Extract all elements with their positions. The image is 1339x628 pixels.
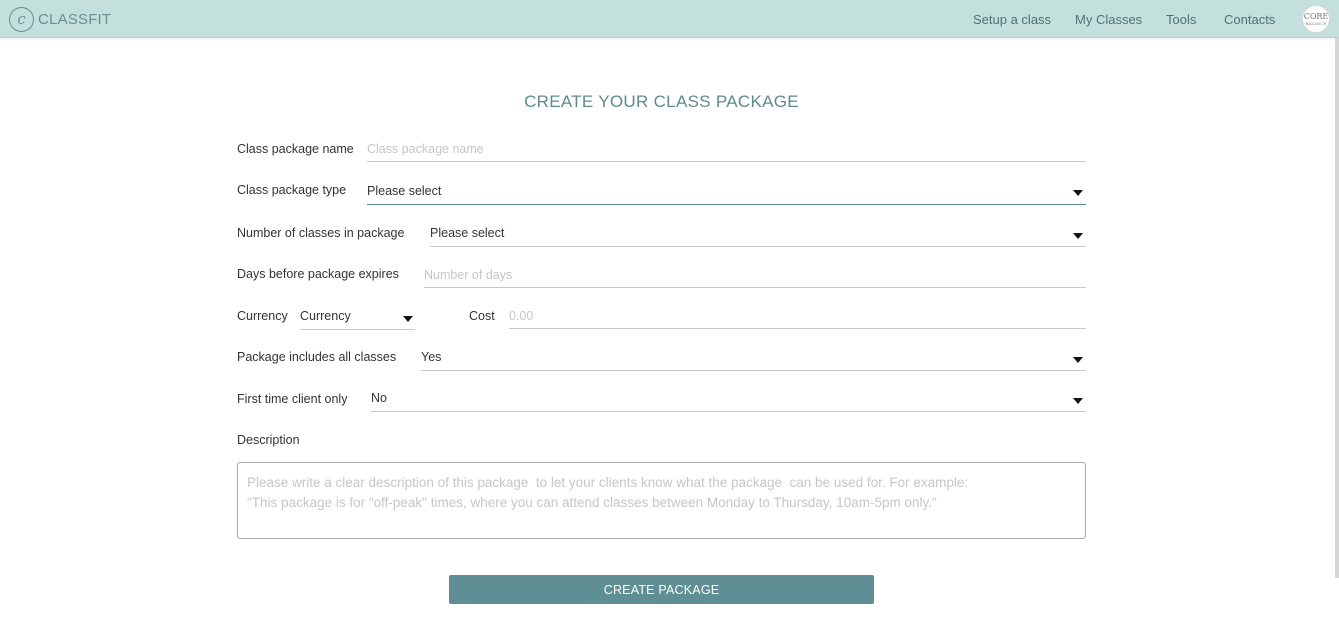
package-type-value: Please select bbox=[367, 184, 442, 198]
avatar-text-line2: BALANCE bbox=[1305, 20, 1327, 26]
chevron-down-icon bbox=[1073, 357, 1083, 363]
num-classes-value: Please select bbox=[430, 226, 505, 240]
package-type-select[interactable]: Please select bbox=[367, 181, 1086, 205]
top-nav-bar: c CLASSFIT Setup a class My Classes Tool… bbox=[0, 0, 1339, 38]
nav-my-classes[interactable]: My Classes bbox=[1075, 0, 1142, 38]
nav-setup-class[interactable]: Setup a class bbox=[973, 0, 1051, 38]
expiry-days-field bbox=[424, 264, 1086, 288]
all-classes-label: Package includes all classes bbox=[237, 350, 397, 364]
package-name-label: Class package name bbox=[237, 142, 354, 156]
user-avatar[interactable]: CORE BALANCE bbox=[1302, 5, 1330, 33]
description-box bbox=[237, 462, 1086, 539]
currency-value: Currency bbox=[300, 309, 351, 323]
package-name-input[interactable] bbox=[367, 138, 1086, 160]
chevron-down-icon bbox=[1073, 190, 1083, 196]
avatar-text-line1: CORE bbox=[1303, 11, 1329, 21]
chevron-down-icon bbox=[403, 316, 413, 322]
classfit-logo-icon: c bbox=[9, 6, 34, 32]
cost-label: Cost bbox=[469, 309, 495, 323]
nav-contacts[interactable]: Contacts bbox=[1224, 0, 1275, 38]
all-classes-value: Yes bbox=[421, 350, 442, 364]
brand-name: CLASSFIT bbox=[38, 10, 112, 28]
first-time-value: No bbox=[371, 391, 387, 405]
num-classes-select[interactable]: Please select bbox=[430, 223, 1086, 247]
brand-logo[interactable]: c CLASSFIT bbox=[9, 6, 111, 32]
page-title: CREATE YOUR CLASS PACKAGE bbox=[524, 92, 799, 111]
num-classes-label: Number of classes in package bbox=[237, 226, 405, 240]
expiry-days-label: Days before package expires bbox=[237, 267, 399, 281]
description-textarea[interactable] bbox=[247, 473, 1076, 528]
package-name-field bbox=[367, 138, 1086, 162]
expiry-days-input[interactable] bbox=[424, 264, 1086, 286]
all-classes-select[interactable]: Yes bbox=[421, 347, 1086, 371]
page-scrollbar[interactable] bbox=[1335, 38, 1339, 578]
package-type-label: Class package type bbox=[237, 183, 347, 197]
chevron-down-icon bbox=[1073, 233, 1083, 239]
chevron-down-icon bbox=[1073, 398, 1083, 404]
cost-field bbox=[509, 305, 1086, 329]
first-time-select[interactable]: No bbox=[371, 388, 1086, 412]
nav-tools[interactable]: Tools bbox=[1166, 0, 1196, 38]
first-time-label: First time client only bbox=[237, 392, 348, 406]
currency-label: Currency bbox=[237, 309, 288, 323]
create-package-button[interactable]: CREATE PACKAGE bbox=[449, 575, 874, 604]
cost-input[interactable] bbox=[509, 305, 1086, 327]
currency-select[interactable]: Currency bbox=[300, 306, 415, 330]
description-label: Description bbox=[237, 433, 300, 447]
